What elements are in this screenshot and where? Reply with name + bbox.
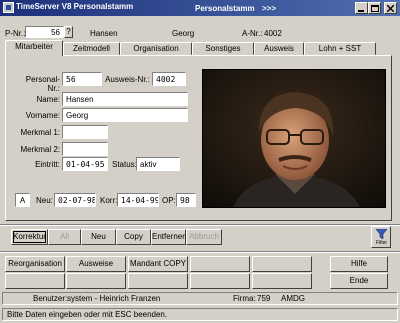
empty-function-button[interactable] <box>66 273 126 289</box>
header-first-name: Georg <box>172 29 195 38</box>
ende-button[interactable]: Ende <box>330 273 388 289</box>
filter-icon <box>376 229 387 239</box>
close-button[interactable] <box>384 2 397 14</box>
tab-ausweis[interactable]: Ausweis <box>254 42 304 55</box>
tab-zeitmodell[interactable]: Zeitmodell <box>63 42 120 55</box>
anr-value: 4002 <box>264 29 282 38</box>
minimize-button[interactable] <box>355 2 368 14</box>
tab-sonstiges[interactable]: Sonstiges <box>192 42 254 55</box>
pnr-label: P-Nr.: <box>5 29 26 38</box>
neu-label: Neu: <box>36 196 53 205</box>
separator <box>0 225 400 226</box>
op-field: 98 <box>176 193 196 207</box>
filter-button[interactable]: Filter <box>371 226 391 248</box>
empty-function-button[interactable] <box>128 273 188 289</box>
tab-mitarbeiter[interactable]: Mitarbeiter <box>5 40 63 56</box>
neu-button[interactable]: Neu <box>81 229 116 245</box>
name-label: Name: <box>36 95 60 104</box>
tab-organisation[interactable]: Organisation <box>120 42 192 55</box>
firma-name: AMDG <box>281 294 305 303</box>
benutzer-value: system - Heinrich Franzen <box>67 294 161 303</box>
empty-function-button[interactable] <box>190 273 250 289</box>
employee-photo <box>202 69 386 208</box>
window-section-label: Personalstamm <box>195 4 255 13</box>
separator <box>0 252 400 253</box>
vorname-field[interactable]: Georg <box>62 108 188 122</box>
copy-button[interactable]: Copy <box>116 229 151 245</box>
merkmal2-field[interactable] <box>62 142 108 156</box>
hilfe-button[interactable]: Hilfe <box>330 256 388 272</box>
merkmal1-label: Merkmal 1: <box>20 128 60 137</box>
firma-label: Firma: <box>233 294 256 303</box>
benutzer-label: Benutzer: <box>33 294 68 303</box>
name-field[interactable]: Hansen <box>62 92 188 106</box>
maximize-icon <box>370 5 379 12</box>
ausweise-button[interactable]: Ausweise <box>66 256 126 272</box>
empty-function-button[interactable] <box>190 256 250 272</box>
merkmal2-label: Merkmal 2: <box>20 145 60 154</box>
korr-date-field: 14-04-99 <box>117 193 159 207</box>
message-bar: Bitte Daten eingeben oder mit ESC beende… <box>2 308 398 321</box>
eintritt-label: Eintritt: <box>35 160 60 169</box>
pnr-field[interactable]: 56 <box>25 26 64 38</box>
korr-label: Korr: <box>100 196 118 205</box>
title-bar: TimeServer V8 Personalstamm Personalstam… <box>0 0 400 16</box>
all-button[interactable]: All <box>48 229 81 245</box>
reorganisation-button[interactable]: Reorganisation <box>5 256 65 272</box>
forward-arrows[interactable]: >>> <box>262 4 276 13</box>
user-status-bar: Benutzer: system - Heinrich Franzen Firm… <box>2 292 398 305</box>
a-indicator: A <box>15 193 30 207</box>
status-field[interactable]: aktiv <box>136 157 180 171</box>
status-label: Status: <box>112 160 137 169</box>
ausweis-nr-label: Ausweis-Nr.: <box>105 75 150 84</box>
empty-function-button[interactable] <box>252 273 312 289</box>
op-label: OP: <box>162 196 176 205</box>
tab-lohn-sst[interactable]: Lohn + SST <box>304 42 376 55</box>
neu-date-field: 02-07-98 <box>54 193 96 207</box>
korrektur-button[interactable]: Korrektur <box>11 229 48 245</box>
vorname-label: Vorname: <box>25 111 60 120</box>
entfernen-button[interactable]: Entfernen <box>151 229 187 245</box>
close-icon <box>387 5 394 12</box>
status-message: Bitte Daten eingeben oder mit ESC beende… <box>7 310 168 319</box>
filter-label: Filter <box>375 240 388 246</box>
eintritt-field[interactable]: 01-04-95 <box>62 157 108 171</box>
mandant-copy-button[interactable]: Mandant COPY <box>128 256 188 272</box>
personal-nr-field[interactable]: 56 <box>62 72 102 86</box>
empty-function-button[interactable] <box>5 273 65 289</box>
app-icon <box>3 2 14 13</box>
personal-nr-label: Personal-Nr.: <box>25 75 60 93</box>
merkmal1-field[interactable] <box>62 125 108 139</box>
pnr-lookup-button[interactable]: ? <box>64 26 73 38</box>
anr-label: A-Nr.: <box>242 29 263 38</box>
maximize-button[interactable] <box>368 2 381 14</box>
ausweis-nr-field[interactable]: 4002 <box>152 72 186 86</box>
header-last-name: Hansen <box>90 29 118 38</box>
empty-function-button[interactable] <box>252 256 312 272</box>
minimize-icon <box>358 10 364 12</box>
abbruch-button[interactable]: Abbruch <box>186 229 222 245</box>
window-title: TimeServer V8 Personalstamm <box>16 2 134 11</box>
firma-value: 759 <box>257 294 271 303</box>
